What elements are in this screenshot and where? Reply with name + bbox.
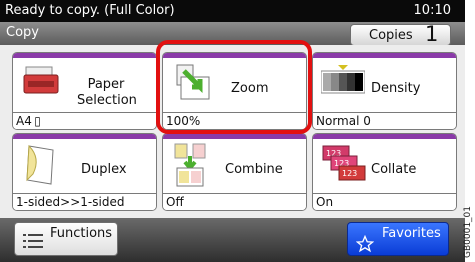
- duplex-button[interactable]: Duplex 1-sided>>1-sided: [12, 133, 157, 211]
- clock: 10:10: [413, 3, 451, 18]
- copies-display: Copies 1: [350, 22, 451, 46]
- selection-highlight: [156, 40, 312, 134]
- tile-band: [13, 53, 156, 58]
- svg-text:123: 123: [342, 169, 357, 178]
- tile-band: [313, 53, 456, 58]
- figure-code: GB0001_01: [463, 200, 473, 260]
- collate-button[interactable]: 123 123 123 Collate On: [312, 133, 457, 211]
- combine-value: Off: [163, 193, 306, 210]
- copies-label: Copies: [369, 28, 413, 43]
- favorites-label: Favorites: [382, 226, 441, 241]
- favorites-button[interactable]: Favorites: [347, 222, 449, 256]
- duplex-label: Duplex: [81, 162, 127, 177]
- duplex-icon: [26, 144, 54, 185]
- collate-value: On: [313, 193, 456, 210]
- functions-button[interactable]: Functions: [14, 222, 118, 256]
- density-button[interactable]: Density Normal 0: [312, 52, 457, 130]
- paper-tray-icon: [23, 66, 59, 94]
- collate-label: Collate: [371, 162, 417, 177]
- copy-screen: Ready to copy. (Full Color) 10:10 Copy C…: [0, 0, 465, 262]
- list-icon: [23, 234, 43, 248]
- combine-label: Combine: [225, 162, 283, 177]
- status-message: Ready to copy. (Full Color): [5, 3, 175, 18]
- paper-selection-value: A4 ▯: [13, 112, 156, 129]
- functions-label: Functions: [50, 226, 113, 241]
- duplex-value: 1-sided>>1-sided: [13, 193, 156, 210]
- figure-code-text: GB0001_01: [463, 205, 473, 258]
- star-icon: [356, 235, 374, 253]
- density-label: Density: [371, 81, 421, 96]
- tile-band: [163, 134, 306, 139]
- paper-selection-button[interactable]: Paper Selection A4 ▯: [12, 52, 157, 130]
- status-bar: Ready to copy. (Full Color) 10:10: [0, 0, 465, 22]
- combine-button[interactable]: Combine Off: [162, 133, 307, 211]
- paper-selection-label: Paper Selection: [77, 77, 137, 108]
- density-value: Normal 0: [313, 112, 456, 129]
- copies-count: 1: [425, 22, 439, 46]
- combine-icon: [174, 143, 206, 187]
- tile-band: [13, 134, 156, 139]
- collate-icon: 123 123 123: [322, 145, 366, 181]
- mode-title: Copy: [6, 25, 39, 40]
- tile-band: [313, 134, 456, 139]
- density-icon: [321, 65, 365, 94]
